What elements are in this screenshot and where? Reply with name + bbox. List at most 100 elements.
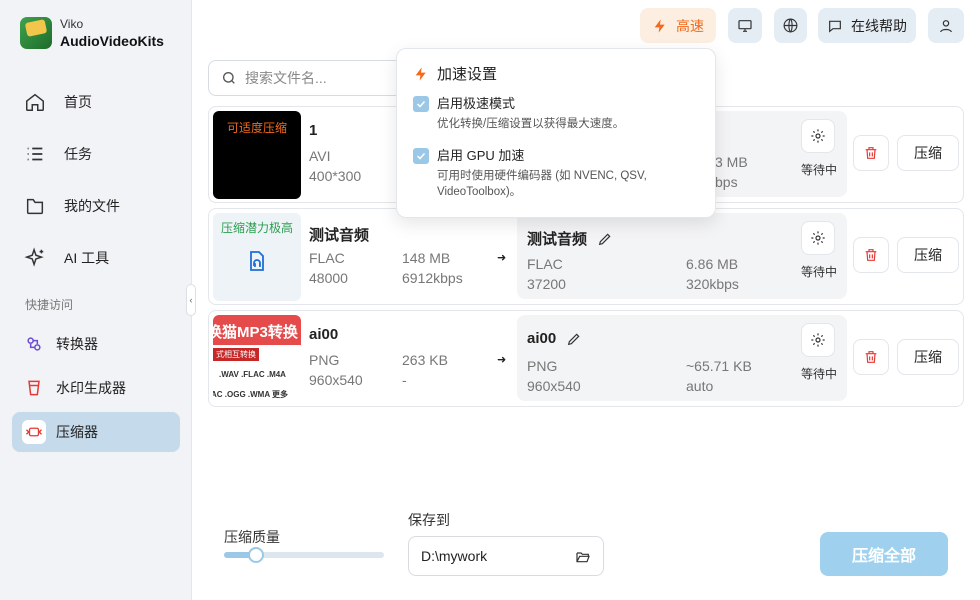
- source-bitrate: 6912kbps: [402, 270, 463, 286]
- file-row: 压缩潜力极高 测试音频 FLAC 48000 148 MB 6912kbps ➜…: [208, 208, 964, 305]
- source-size: 263 KB: [402, 352, 448, 368]
- quality-slider[interactable]: [224, 547, 384, 563]
- nav-item-home[interactable]: 首页: [12, 80, 180, 124]
- source-format: FLAC: [309, 250, 345, 266]
- option-title: 启用极速模式: [437, 96, 516, 111]
- source-size: 148 MB: [402, 250, 451, 266]
- option-title: 启用 GPU 加速: [437, 148, 525, 163]
- source-bitrate: -: [402, 372, 407, 388]
- target-format: PNG: [527, 358, 558, 374]
- display-button[interactable]: [728, 8, 762, 43]
- compressor-icon: [22, 420, 46, 444]
- popup-title: 加速设置: [437, 66, 498, 83]
- target-file-name: ai00: [527, 330, 557, 347]
- folder-icon: [26, 198, 44, 215]
- search-icon: [223, 72, 235, 84]
- save-path-field[interactable]: D:\mywork: [408, 536, 604, 576]
- option-turbo-mode[interactable]: 启用极速模式 优化转换/压缩设置以获得最大速度。: [413, 95, 624, 132]
- quick-label: 水印生成器: [56, 380, 126, 396]
- slider-handle[interactable]: [248, 547, 264, 563]
- source-format: AVI: [309, 148, 331, 164]
- turbo-mode-checkbox[interactable]: [413, 96, 429, 112]
- target-file-name: 测试音频: [527, 231, 588, 248]
- target-resolution: 960x540: [527, 378, 581, 394]
- sparkle-icon: [24, 247, 44, 267]
- audio-file-icon: [250, 251, 264, 271]
- brand: Viko AudioVideoKits: [20, 16, 164, 50]
- source-format: PNG: [309, 352, 340, 368]
- nav-item-ai-tools[interactable]: AI 工具: [12, 236, 180, 280]
- status-label: 等待中: [800, 163, 837, 177]
- user-button[interactable]: [928, 8, 964, 43]
- target-size: ~65.71 KB: [686, 358, 752, 374]
- watermark-icon: [22, 376, 46, 400]
- quick-item-compressor[interactable]: 压缩器: [12, 412, 180, 452]
- target-settings-button[interactable]: [801, 119, 835, 153]
- quick-access-title: 快捷访问: [25, 298, 74, 312]
- app-logo: [20, 17, 52, 49]
- nav-label: AI 工具: [64, 250, 110, 266]
- online-help-button[interactable]: 在线帮助: [818, 8, 916, 43]
- target-settings: ai00 PNG 960x540 ~65.71 KB auto 等待中: [517, 315, 847, 401]
- status-label: 等待中: [800, 265, 837, 279]
- option-desc: 可用时使用硬件编码器 (如 NVENC, QSV, VideoToolbox)。: [437, 170, 647, 198]
- trash-icon: [865, 351, 877, 363]
- check-icon: [416, 100, 426, 108]
- option-gpu-acceleration[interactable]: 启用 GPU 加速 可用时使用硬件编码器 (如 NVENC, QSV, Vide…: [413, 147, 703, 200]
- save-path: D:\mywork: [421, 548, 488, 564]
- source-resolution: 960x540: [309, 372, 363, 388]
- sidebar-collapse-toggle[interactable]: ‹: [186, 284, 196, 316]
- quick-label: 压缩器: [56, 424, 98, 440]
- gpu-acceleration-checkbox[interactable]: [413, 148, 429, 164]
- main-nav: 首页 任务 我的文件 AI 工具: [12, 80, 180, 288]
- quick-item-converter[interactable]: 转换器: [12, 324, 180, 364]
- gear-icon: [811, 333, 825, 347]
- user-icon: [940, 19, 952, 32]
- chevron-left-icon: ‹: [189, 295, 193, 305]
- thumb-subtitle: 式相互转换: [213, 348, 259, 361]
- language-button[interactable]: [774, 8, 807, 43]
- home-icon: [26, 93, 44, 111]
- compress-button[interactable]: 压缩: [897, 237, 959, 273]
- nav-item-my-files[interactable]: 我的文件: [12, 184, 180, 228]
- nav-item-tasks[interactable]: 任务: [12, 132, 180, 176]
- converter-icon: [22, 332, 46, 356]
- target-settings-button[interactable]: [801, 221, 835, 255]
- speed-button[interactable]: 高速: [640, 8, 716, 43]
- compress-all-button[interactable]: 压缩全部: [820, 532, 948, 576]
- delete-button[interactable]: [853, 339, 889, 375]
- quick-label: 转换器: [56, 336, 98, 352]
- trash-icon: [865, 147, 877, 159]
- gear-icon: [811, 231, 825, 245]
- save-to-label: 保存到: [408, 512, 450, 528]
- lightning-icon: [415, 66, 426, 81]
- target-bitrate: bps: [715, 174, 738, 190]
- target-settings-button[interactable]: [801, 323, 835, 357]
- file-row: 换猫MP3转换 式相互转换 .WAV .FLAC .M4A AC .OGG .W…: [208, 310, 964, 407]
- source-file-name: 1: [309, 122, 318, 139]
- target-bitrate: 320kbps: [686, 276, 739, 292]
- edit-icon[interactable]: [597, 231, 613, 247]
- monitor-icon: [738, 19, 752, 32]
- trash-icon: [865, 249, 877, 261]
- speed-label: 高速: [676, 17, 704, 34]
- thumb-title: 换猫MP3转换: [213, 324, 298, 341]
- source-file-name: 测试音频: [309, 227, 370, 244]
- option-desc: 优化转换/压缩设置以获得最大速度。: [437, 118, 625, 130]
- compress-button[interactable]: 压缩: [897, 135, 959, 171]
- edit-icon[interactable]: [566, 331, 582, 347]
- status-label: 等待中: [800, 367, 837, 381]
- compress-badge: 可适度压缩: [226, 121, 287, 135]
- help-label: 在线帮助: [851, 17, 907, 34]
- quick-item-watermark[interactable]: 水印生成器: [12, 368, 180, 408]
- search-box[interactable]: 搜索文件名...: [208, 60, 408, 96]
- folder-open-icon[interactable]: [575, 549, 591, 565]
- brand-sub: Viko: [60, 17, 84, 31]
- source-file-name: ai00: [309, 326, 339, 343]
- delete-button[interactable]: [853, 135, 889, 171]
- delete-button[interactable]: [853, 237, 889, 273]
- lightning-icon: [654, 18, 665, 33]
- brand-name: AudioVideoKits: [60, 33, 164, 49]
- target-settings: 测试音频 FLAC 37200 6.86 MB 320kbps 等待中: [517, 213, 847, 299]
- compress-button[interactable]: 压缩: [897, 339, 959, 375]
